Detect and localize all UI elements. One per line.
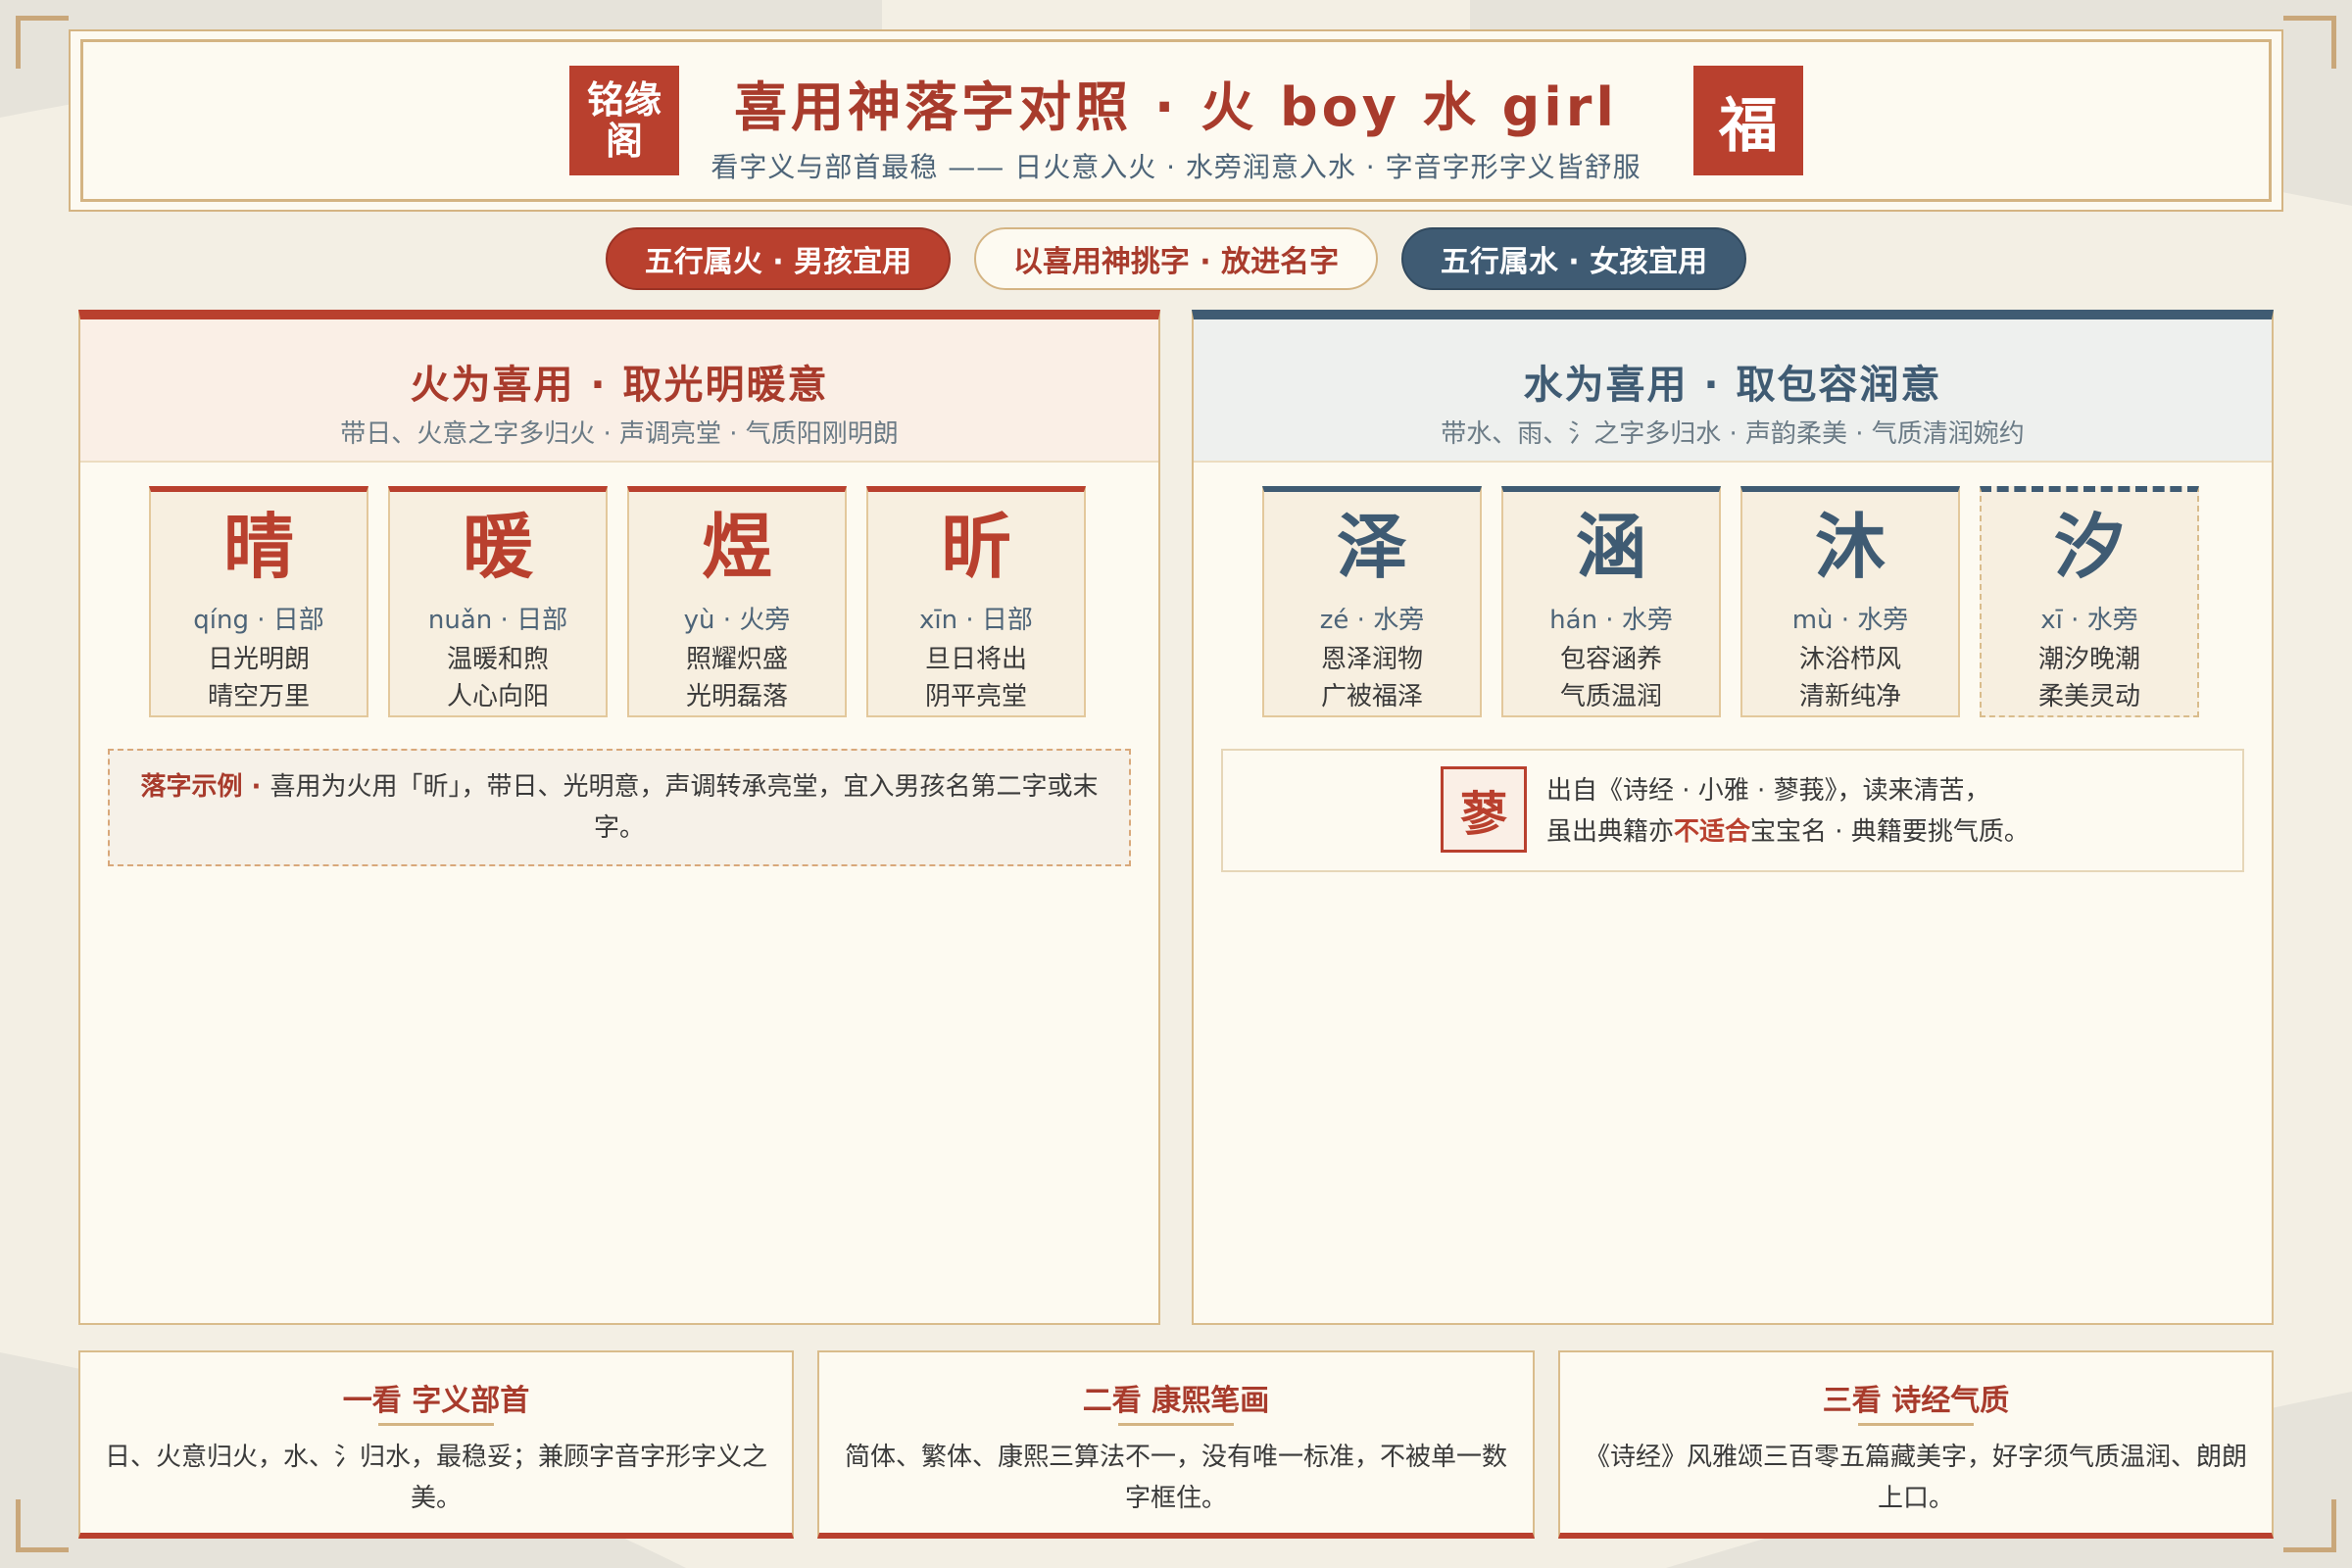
character-card-yu: 煜 yù · 火旁 照耀炽盛 光明磊落 [627,486,847,717]
fortune-seal: 福 [1693,66,1803,175]
tip-text: 简体、繁体、康熙三算法不一，没有唯一标准，不被单一数字框住。 [844,1443,1507,1513]
character-meaning-line1: 恩泽润物 [1320,645,1423,674]
fire-panel-header: 火为喜用 · 取光明暖意 带日、火意之字多归火 · 声调亮堂 · 气质阳刚明朗 [80,319,1158,463]
character-meaning-line2: 晴空万里 [207,682,310,711]
page-title: 喜用神落字对照 · 火 boy 水 girl [734,76,1618,138]
corner-ornament-top-left [16,16,69,69]
water-character-cards: 泽 zé · 水旁 恩泽润物 广被福泽 涵 hán · 水旁 包容涵养 气质温润… [1194,486,2272,717]
character-glyph: 晴 [222,505,294,588]
character-card-ze: 泽 zé · 水旁 恩泽润物 广被福泽 [1262,486,1482,717]
example-label: 落字示例 · [140,772,270,802]
character-meaning-line1: 温暖和煦 [446,645,549,674]
note-line1: 出自《诗经 · 小雅 · 蓼莪》，读来清苦， [1546,776,1990,806]
character-pinyin: xī · 水旁 [2040,606,2138,635]
water-panel-title: 水为喜用 · 取包容润意 [1523,363,1942,408]
tip-divider [378,1423,494,1426]
character-pinyin: nuǎn · 日部 [427,606,568,635]
character-card-qing: 晴 qíng · 日部 日光明朗 晴空万里 [149,486,368,717]
tip-divider [1118,1423,1234,1426]
character-card-xi: 汐 xī · 水旁 潮汐晚潮 柔美灵动 [1980,486,2199,717]
character-card-mu: 沐 mù · 水旁 沐浴栉风 清新纯净 [1740,486,1960,717]
corner-ornament-top-right [2283,16,2336,69]
character-meaning-line2: 广被福泽 [1320,682,1423,711]
note-warning: 不适合 [1674,817,1751,847]
character-glyph: 涵 [1575,505,1646,588]
character-card-nuan: 暖 nuǎn · 日部 温暖和煦 人心向阳 [388,486,608,717]
character-card-han: 涵 hán · 水旁 包容涵养 气质温润 [1501,486,1721,717]
character-meaning-line2: 清新纯净 [1798,682,1901,711]
character-glyph: 煜 [701,505,772,588]
character-meaning-line2: 气质温润 [1559,682,1662,711]
character-meaning-line1: 包容涵养 [1559,645,1662,674]
character-glyph: 昕 [940,505,1011,588]
corner-ornament-bottom-right [2283,1499,2336,1552]
character-meaning-line1: 潮汐晚潮 [2037,645,2140,674]
fire-boy-pill: 五行属火 · 男孩宜用 [606,227,951,290]
tip-text: 《诗经》风雅颂三百零五篇藏美字，好字须气质温润、朗朗上口。 [1584,1443,2247,1513]
fire-panel-subtitle: 带日、火意之字多归火 · 声调亮堂 · 气质阳刚明朗 [340,419,899,449]
tip-card-radical: 一看 字义部首 日、火意归火，水、氵归水，最稳妥；兼顾字音字形字义之美。 [78,1350,794,1539]
character-meaning-line1: 照耀炽盛 [685,645,788,674]
tip-text: 日、火意归火，水、氵归水，最稳妥；兼顾字音字形字义之美。 [104,1443,767,1513]
character-card-xin: 昕 xīn · 日部 旦日将出 阴平亮堂 [866,486,1086,717]
water-girl-pill: 五行属水 · 女孩宜用 [1401,227,1746,290]
tip-title: 二看 康熙笔画 [1082,1384,1270,1418]
pick-character-pill: 以喜用神挑字 · 放进名字 [974,227,1378,290]
header-banner: 铭缘阁 喜用神落字对照 · 火 boy 水 girl 看字义与部首最稳 —— 日… [69,29,2283,212]
character-pinyin: zé · 水旁 [1319,606,1425,635]
fire-panel: 火为喜用 · 取光明暖意 带日、火意之字多归火 · 声调亮堂 · 气质阳刚明朗 … [78,310,1160,1325]
character-meaning-line1: 旦日将出 [924,645,1027,674]
note-character-stamp: 蓼 [1441,766,1527,853]
tip-card-shijing: 三看 诗经气质 《诗经》风雅颂三百零五篇藏美字，好字须气质温润、朗朗上口。 [1558,1350,2274,1539]
character-pinyin: hán · 水旁 [1549,606,1673,635]
character-pinyin: qíng · 日部 [193,606,324,635]
character-pinyin: yù · 火旁 [683,606,791,635]
tip-title: 三看 诗经气质 [1822,1384,2010,1418]
example-text: 喜用为火用「昕」，带日、光明意，声调转承亮堂，宜入男孩名第二字或末字。 [270,772,1099,843]
water-note-box: 蓼 出自《诗经 · 小雅 · 蓼莪》，读来清苦， 虽出典籍亦不适合宝宝名 · 典… [1221,749,2244,872]
corner-ornament-bottom-left [16,1499,69,1552]
water-panel-subtitle: 带水、雨、氵之字多归水 · 声韵柔美 · 气质清润婉约 [1441,419,2025,449]
character-meaning-line2: 人心向阳 [446,682,549,711]
character-meaning-line2: 柔美灵动 [2037,682,2140,711]
character-pinyin: xīn · 日部 [919,606,1033,635]
character-glyph: 暖 [462,505,533,588]
character-meaning-line1: 日光明朗 [207,645,310,674]
tip-card-strokes: 二看 康熙笔画 简体、繁体、康熙三算法不一，没有唯一标准，不被单一数字框住。 [817,1350,1535,1539]
character-meaning-line2: 光明磊落 [685,682,788,711]
tip-divider [1858,1423,1974,1426]
character-glyph: 汐 [2053,505,2125,588]
tip-title: 一看 字义部首 [342,1384,530,1418]
fire-character-cards: 晴 qíng · 日部 日光明朗 晴空万里 暖 nuǎn · 日部 温暖和煦 人… [80,486,1158,717]
header-inner-frame: 铭缘阁 喜用神落字对照 · 火 boy 水 girl 看字义与部首最稳 —— 日… [80,39,2272,202]
fire-example-box: 落字示例 · 喜用为火用「昕」，带日、光明意，声调转承亮堂，宜入男孩名第二字或末… [108,749,1131,866]
character-glyph: 泽 [1336,505,1407,588]
character-meaning-line2: 阴平亮堂 [924,682,1027,711]
fire-panel-title: 火为喜用 · 取光明暖意 [410,363,829,408]
character-meaning-line1: 沐浴栉风 [1798,645,1901,674]
note-line2-end: 宝宝名 · 典籍要挑气质。 [1750,817,2030,847]
note-line2: 虽出典籍亦不适合宝宝名 · 典籍要挑气质。 [1546,811,2030,848]
page-subtitle: 看字义与部首最稳 —— 日火意入火 · 水旁润意入水 · 字音字形字义皆舒服 [710,151,1642,183]
water-panel: 水为喜用 · 取包容润意 带水、雨、氵之字多归水 · 声韵柔美 · 气质清润婉约… [1192,310,2274,1325]
character-pinyin: mù · 水旁 [1791,606,1909,635]
water-panel-header: 水为喜用 · 取包容润意 带水、雨、氵之字多归水 · 声韵柔美 · 气质清润婉约 [1194,319,2272,463]
note-line2-start: 虽出典籍亦 [1546,817,1675,847]
character-glyph: 沐 [1814,505,1886,588]
